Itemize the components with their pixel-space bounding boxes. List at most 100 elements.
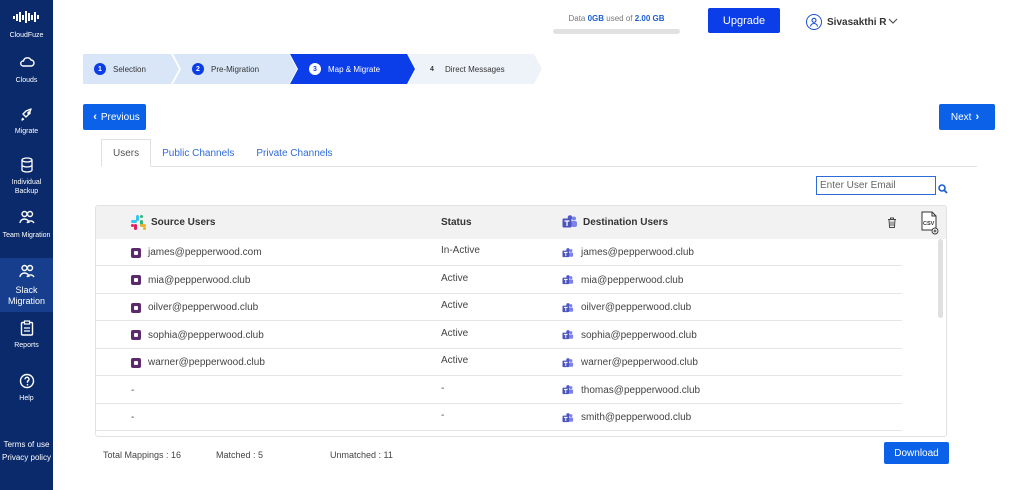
slack-user-icon — [131, 275, 141, 285]
status-cell: Active — [441, 300, 469, 311]
sidebar-item-label: Migrate — [14, 128, 39, 135]
destination-user-email: james@pepperwood.club — [581, 247, 694, 258]
chevron-down-icon — [888, 17, 898, 28]
teams-user-icon — [562, 302, 574, 313]
search-icon[interactable] — [938, 181, 948, 199]
sidebar-item-clouds[interactable]: Clouds — [0, 55, 53, 85]
teams-user-icon — [562, 385, 574, 395]
cloud-icon — [0, 55, 53, 73]
teams-user-icon — [562, 275, 574, 285]
sidebar-item-migrate[interactable]: Migrate — [0, 106, 53, 136]
next-label: Next — [950, 111, 972, 123]
user-avatar-icon — [806, 14, 822, 30]
sidebar-item-individual-backup[interactable]: Individual Backup — [0, 157, 53, 196]
destination-user-email: warner@pepperwood.club — [581, 357, 698, 368]
table-row[interactable]: sophia@pepperwood.club Active sophia@peppe… — [96, 322, 902, 349]
step-number: 2 — [192, 63, 204, 75]
step-label: Direct Messages — [445, 64, 505, 74]
table-row[interactable]: oilver@pepperwood.club Active oilver@peppe… — [96, 294, 902, 321]
sidebar-item-reports[interactable]: Reports — [0, 320, 53, 350]
destination-user-cell[interactable]: smith@pepperwood.club — [562, 404, 691, 431]
sidebar-item-label: Help — [19, 395, 34, 402]
teams-user-icon — [562, 330, 574, 340]
privacy-link[interactable]: Privacy policy — [0, 451, 53, 464]
tab-private-channels[interactable]: Private Channels — [245, 139, 343, 167]
slack-user-icon — [131, 302, 141, 313]
sidebar-item-help[interactable]: Help — [0, 373, 53, 403]
destination-user-cell[interactable]: james@pepperwood.club — [562, 239, 694, 266]
source-user-email: warner@pepperwood.club — [148, 357, 265, 368]
table-row[interactable]: mia@pepperwood.club Active mia@pepperwood.… — [96, 267, 902, 294]
table-row[interactable]: - - smith@pepperwood.club — [96, 404, 902, 431]
teams-user-icon — [562, 247, 574, 258]
user-menu[interactable]: Sivasakthi R — [806, 14, 898, 30]
quota-progress-bar — [553, 29, 680, 34]
slack-icon — [130, 214, 147, 231]
brand-name: CloudFuze — [9, 32, 44, 39]
status-cell: - — [441, 410, 445, 421]
terms-link[interactable]: Terms of use — [0, 438, 53, 451]
destination-users-header: Destination Users — [562, 206, 668, 239]
cloudfuze-logo[interactable]: CloudFuze — [0, 6, 53, 39]
source-user-email: james@pepperwood.com — [148, 247, 262, 258]
table-scrollbar[interactable] — [938, 239, 943, 318]
sidebar: CloudFuze Clouds Migrate Individual Back… — [0, 0, 53, 490]
table-header: Source Users Status Destination Users CS… — [96, 206, 946, 239]
step-label: Pre-Migration — [211, 64, 260, 74]
step-direct-messages[interactable]: 4 Direct Messages — [408, 54, 542, 84]
status-cell: Active — [441, 327, 469, 339]
csv-upload-icon[interactable]: CSV — [919, 206, 939, 239]
source-user-email: - — [131, 412, 135, 423]
slack-user-icon — [131, 330, 141, 340]
step-pre-migration[interactable]: 2 Pre-Migration — [173, 54, 297, 84]
storage-quota: Data 0GB used of 2.00 GB — [553, 14, 680, 34]
table-row[interactable]: warner@pepperwood.club Active warner@peppe… — [96, 349, 902, 376]
destination-user-cell[interactable]: thomas@pepperwood.club — [562, 377, 700, 404]
previous-button[interactable]: ‹ Previous — [83, 104, 146, 130]
source-user-cell: james@pepperwood.com — [131, 239, 262, 266]
status-header: Status — [441, 217, 472, 228]
table-row[interactable]: james@pepperwood.com In-Active james@peppe… — [96, 239, 902, 266]
users-icon — [0, 210, 53, 228]
quota-used: 0GB — [587, 14, 605, 23]
source-user-cell: sophia@pepperwood.club — [131, 322, 264, 349]
trash-icon[interactable] — [887, 206, 897, 239]
status-cell: - — [441, 382, 445, 394]
chevron-left-icon: ‹ — [93, 111, 97, 123]
user-email-search-input[interactable] — [816, 176, 936, 195]
step-number: 1 — [94, 63, 106, 75]
user-name: Sivasakthi R — [827, 16, 887, 28]
source-user-cell: warner@pepperwood.club — [131, 349, 265, 376]
sidebar-item-slack-migration[interactable]: Slack Migration — [0, 258, 53, 312]
next-button[interactable]: Next › — [939, 104, 995, 130]
sidebar-footer: Terms of use Privacy policy — [0, 438, 53, 464]
destination-user-email: oilver@pepperwood.club — [581, 302, 692, 313]
source-user-cell: - — [131, 404, 134, 431]
help-icon — [0, 373, 53, 391]
step-selection[interactable]: 1 Selection — [83, 54, 179, 84]
svg-text:CSV: CSV — [923, 221, 935, 227]
step-label: Map & Migrate — [328, 64, 381, 74]
source-user-email: sophia@pepperwood.club — [148, 329, 264, 341]
destination-user-cell[interactable]: mia@pepperwood.club — [562, 267, 683, 294]
source-user-email: - — [131, 384, 135, 396]
step-map-migrate[interactable]: 3 Map & Migrate — [290, 54, 415, 84]
tab-users[interactable]: Users — [101, 139, 152, 167]
table-row[interactable]: - - thomas@pepperwood.club — [96, 377, 902, 404]
upgrade-button[interactable]: Upgrade — [708, 8, 780, 33]
status-cell: In-Active — [441, 245, 480, 256]
tab-public-channels[interactable]: Public Channels — [151, 139, 245, 167]
source-users-header: Source Users — [130, 206, 215, 239]
sidebar-item-team-migration[interactable]: Team Migration — [0, 210, 53, 240]
step-number: 3 — [309, 63, 321, 75]
rocket-icon — [0, 106, 53, 124]
chevron-right-icon: › — [975, 111, 980, 123]
status-cell: Active — [441, 272, 469, 284]
destination-user-cell[interactable]: oilver@pepperwood.club — [562, 294, 691, 321]
download-button[interactable]: Download — [884, 442, 949, 464]
step-number: 4 — [430, 65, 434, 73]
destination-user-cell[interactable]: sophia@pepperwood.club — [562, 322, 697, 349]
destination-user-cell[interactable]: warner@pepperwood.club — [562, 349, 698, 376]
quota-middle: used of — [604, 14, 635, 23]
status-cell: Active — [441, 355, 469, 366]
